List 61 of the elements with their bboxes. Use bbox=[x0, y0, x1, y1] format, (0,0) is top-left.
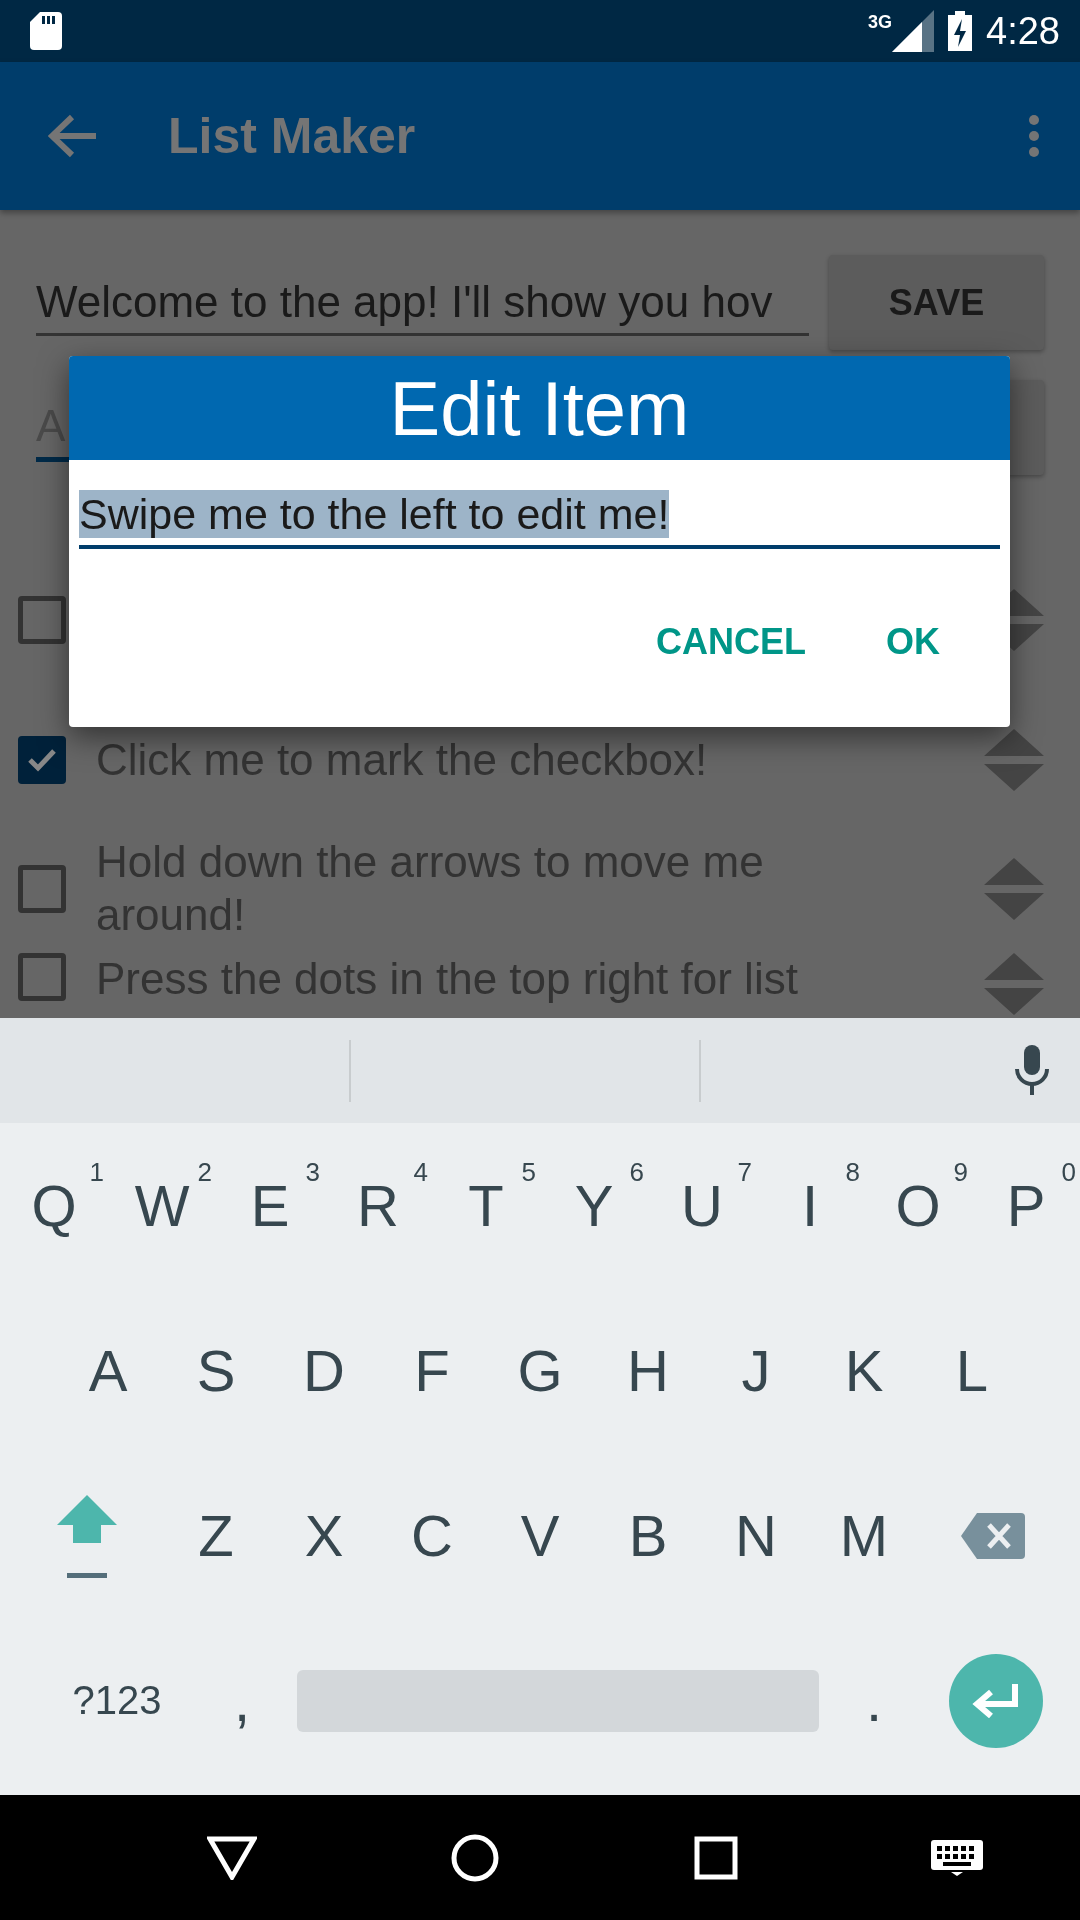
keyboard-key[interactable]: X bbox=[270, 1460, 378, 1611]
home-nav-button[interactable] bbox=[450, 1832, 501, 1883]
dialog-button[interactable]: CANCEL bbox=[636, 611, 826, 673]
checkbox[interactable] bbox=[18, 953, 66, 1001]
clock-text: 4:28 bbox=[986, 9, 1060, 53]
keyboard-key[interactable]: Z bbox=[162, 1460, 270, 1611]
symbols-key[interactable]: ?123 bbox=[37, 1625, 197, 1776]
key-hint: 8 bbox=[845, 1156, 860, 1188]
more-options-button[interactable] bbox=[1028, 114, 1040, 158]
back-button[interactable] bbox=[48, 114, 98, 158]
key-hint: 5 bbox=[521, 1156, 536, 1188]
app-title: List Maker bbox=[168, 107, 417, 165]
shift-arrow-icon bbox=[55, 1492, 119, 1579]
keyboard-switch-button[interactable] bbox=[931, 1839, 984, 1876]
period-key[interactable]: . bbox=[829, 1625, 919, 1776]
dialog-button[interactable]: OK bbox=[866, 611, 960, 673]
keyboard-key[interactable]: T 5 bbox=[432, 1130, 540, 1281]
microphone-button[interactable] bbox=[1014, 1044, 1050, 1097]
enter-arrow-icon bbox=[971, 1683, 1021, 1718]
keyboard-key[interactable]: D bbox=[270, 1295, 378, 1446]
key-hint: 7 bbox=[737, 1156, 752, 1188]
sd-card-icon bbox=[30, 12, 62, 50]
keyboard-key[interactable]: R 4 bbox=[324, 1130, 432, 1281]
key-hint: 2 bbox=[197, 1156, 212, 1188]
recents-nav-button[interactable] bbox=[693, 1835, 738, 1880]
back-nav-button[interactable] bbox=[206, 1835, 257, 1880]
keyboard-key[interactable]: N bbox=[702, 1460, 810, 1611]
keyboard-key[interactable]: V bbox=[486, 1460, 594, 1611]
key-hint: 1 bbox=[89, 1156, 104, 1188]
keyboard-key[interactable]: K bbox=[810, 1295, 918, 1446]
keyboard-key[interactable]: I 8 bbox=[756, 1130, 864, 1281]
network-type-text: 3G bbox=[868, 12, 893, 33]
keyboard-key[interactable]: L bbox=[918, 1295, 1026, 1446]
keyboard-key[interactable]: C bbox=[378, 1460, 486, 1611]
key-hint: 6 bbox=[629, 1156, 644, 1188]
check-icon bbox=[27, 748, 57, 772]
battery-icon bbox=[948, 11, 973, 51]
checkbox[interactable] bbox=[18, 736, 66, 784]
signal-icon bbox=[892, 10, 935, 52]
keyboard-key[interactable]: H bbox=[594, 1295, 702, 1446]
key-hint: 3 bbox=[305, 1156, 320, 1188]
keyboard-key[interactable]: J bbox=[702, 1295, 810, 1446]
keyboard-key[interactable]: Q 1 bbox=[0, 1130, 108, 1281]
keyboard-key[interactable]: O 9 bbox=[864, 1130, 972, 1281]
keyboard-key[interactable]: S bbox=[162, 1295, 270, 1446]
keyboard-key[interactable]: E 3 bbox=[216, 1130, 324, 1281]
keyboard-key[interactable]: F bbox=[378, 1295, 486, 1446]
key-hint: 9 bbox=[953, 1156, 968, 1188]
keyboard-key[interactable]: B bbox=[594, 1460, 702, 1611]
keyboard-key[interactable]: A bbox=[54, 1295, 162, 1446]
key-hint: 4 bbox=[413, 1156, 428, 1188]
keyboard-key[interactable]: Y 6 bbox=[540, 1130, 648, 1281]
backspace-icon bbox=[961, 1512, 1025, 1559]
comma-key[interactable]: , bbox=[197, 1625, 287, 1776]
key-hint: 0 bbox=[1061, 1156, 1076, 1188]
keyboard-key[interactable]: G bbox=[486, 1295, 594, 1446]
keyboard-key[interactable]: P 0 bbox=[972, 1130, 1080, 1281]
keyboard-key[interactable]: U 7 bbox=[648, 1130, 756, 1281]
checkbox[interactable] bbox=[18, 865, 66, 913]
dialog-title: Edit Item bbox=[69, 356, 1010, 460]
keyboard-key[interactable]: M bbox=[810, 1460, 918, 1611]
